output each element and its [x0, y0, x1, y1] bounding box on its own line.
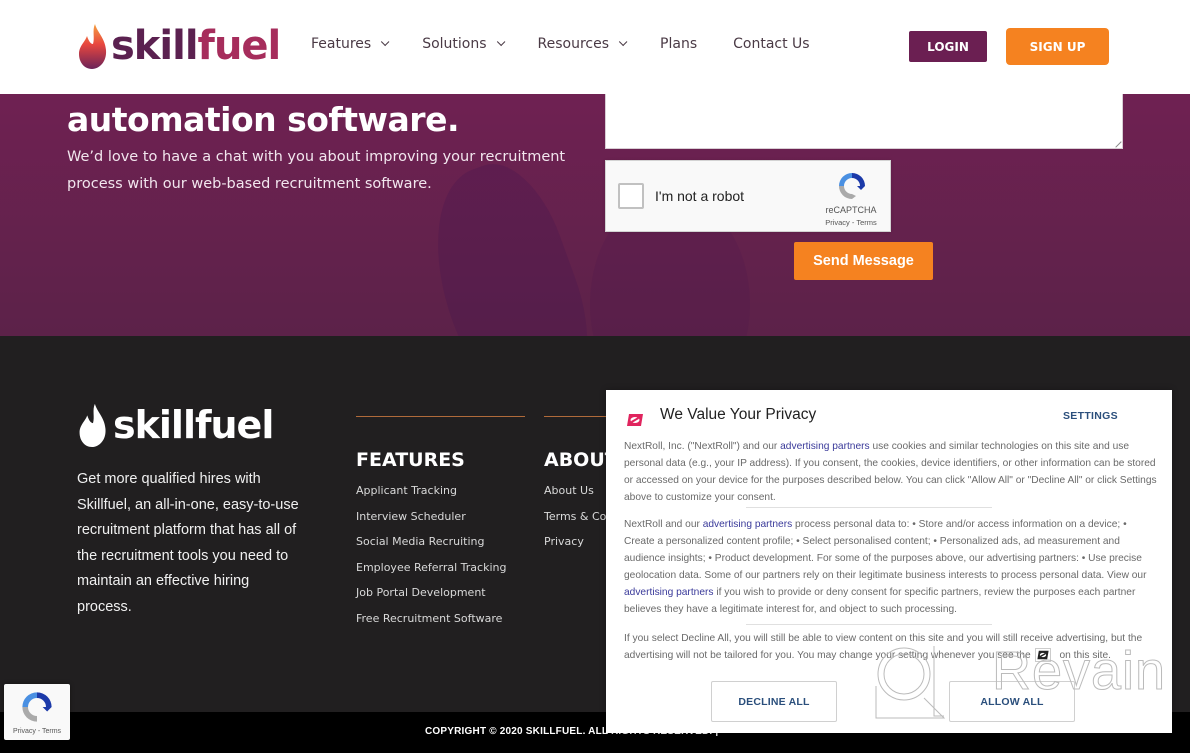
settings-link[interactable]: SETTINGS: [1063, 410, 1118, 422]
nav-contact-us[interactable]: Contact Us: [733, 36, 809, 52]
allow-all-button[interactable]: ALLOW ALL: [949, 681, 1075, 722]
nav-resources[interactable]: Resources: [537, 36, 628, 52]
send-message-button[interactable]: Send Message: [794, 242, 933, 280]
message-textarea[interactable]: [605, 94, 1123, 149]
footer-link-applicant-tracking[interactable]: Applicant Tracking: [356, 484, 525, 510]
flame-icon: [79, 403, 106, 448]
footer-heading-features: FEATURES: [356, 449, 465, 471]
logo-wordmark: skillfuel: [111, 22, 282, 70]
recaptcha-label: I'm not a robot: [655, 188, 745, 204]
nav-solutions-label: Solutions: [422, 36, 487, 52]
skillfuel-logo[interactable]: skillfuel: [77, 22, 282, 70]
text: NextRoll and our: [624, 519, 703, 530]
recaptcha-badge[interactable]: Privacy - Terms: [4, 684, 70, 740]
divider: [746, 507, 992, 508]
text: on this site.: [1059, 649, 1111, 661]
footer-link-free-recruitment-software[interactable]: Free Recruitment Software: [356, 612, 525, 638]
nav-features-label: Features: [311, 36, 372, 52]
nav-contact-us-label: Contact Us: [733, 36, 810, 52]
decline-all-button[interactable]: DECLINE ALL: [711, 681, 837, 722]
footer-about-text: Get more qualified hires with Skillfuel,…: [77, 471, 299, 615]
footer-link-employee-referral-tracking[interactable]: Employee Referral Tracking: [356, 561, 525, 587]
site-header: skillfuel Features Solutions Resources P…: [0, 0, 1190, 94]
login-button[interactable]: LOGIN: [909, 31, 987, 62]
chevron-down-icon: [618, 37, 628, 47]
privacy-consent-dialog: We Value Your Privacy SETTINGS NextRoll,…: [606, 390, 1172, 733]
footer-logo[interactable]: skillfuel: [77, 402, 274, 448]
nav-plans[interactable]: Plans: [660, 36, 697, 52]
footer-link-interview-scheduler[interactable]: Interview Scheduler: [356, 510, 525, 536]
footer-link-social-media-recruiting[interactable]: Social Media Recruiting: [356, 535, 525, 561]
advertising-partners-link[interactable]: advertising partners: [703, 519, 792, 530]
hero-subtitle: We’d love to have a chat with you about …: [67, 149, 566, 192]
contact-hero: automation software. We’d love to have a…: [0, 94, 1190, 336]
nav-features[interactable]: Features: [311, 36, 390, 52]
sign-up-button[interactable]: SIGN UP: [1006, 28, 1109, 65]
resize-handle-icon[interactable]: [1110, 136, 1122, 148]
logo-text-skill: skill: [111, 23, 199, 69]
footer-link-job-portal-development[interactable]: Job Portal Development: [356, 586, 525, 612]
privacy-title: We Value Your Privacy: [660, 406, 817, 423]
hero-title: automation software.: [67, 100, 460, 139]
nextroll-logo-icon: [627, 414, 643, 426]
privacy-paragraph-2: NextRoll and our advertising partners pr…: [624, 517, 1159, 618]
flame-icon: [79, 24, 107, 69]
nav-solutions[interactable]: Solutions: [422, 36, 505, 52]
text: NextRoll, Inc. ("NextRoll") and our: [624, 441, 781, 452]
recaptcha-badge-links[interactable]: Privacy - Terms: [4, 728, 70, 735]
privacy-paragraph-3: If you select Decline All, you will stil…: [624, 631, 1159, 665]
advertising-partners-link[interactable]: advertising partners: [780, 441, 869, 452]
advertising-partners-link[interactable]: advertising partners: [624, 587, 713, 598]
footer-column-features: FEATURES Applicant Tracking Interview Sc…: [356, 416, 525, 637]
recaptcha-logo-icon: [839, 173, 865, 199]
nav-resources-label: Resources: [537, 36, 610, 52]
nav-plans-label: Plans: [660, 36, 698, 52]
recaptcha-checkbox[interactable]: [618, 183, 644, 209]
recaptcha-privacy-terms[interactable]: Privacy - Terms: [820, 218, 882, 227]
nextroll-inline-icon: [1035, 648, 1052, 663]
footer-logo-wordmark: skillfuel: [113, 403, 274, 447]
chevron-down-icon: [381, 37, 390, 47]
recaptcha-logo-icon: [22, 692, 52, 722]
chevron-down-icon: [496, 37, 505, 47]
privacy-paragraph-1: NextRoll, Inc. ("NextRoll") and our adve…: [624, 439, 1159, 507]
divider: [746, 624, 992, 625]
logo-text-fuel: fuel: [197, 23, 282, 69]
recaptcha-brand: reCAPTCHA: [825, 205, 877, 215]
main-nav: Features Solutions Resources Plans Conta…: [311, 36, 846, 52]
divider: [356, 416, 525, 417]
recaptcha-widget: I'm not a robot reCAPTCHA Privacy - Term…: [605, 160, 891, 232]
